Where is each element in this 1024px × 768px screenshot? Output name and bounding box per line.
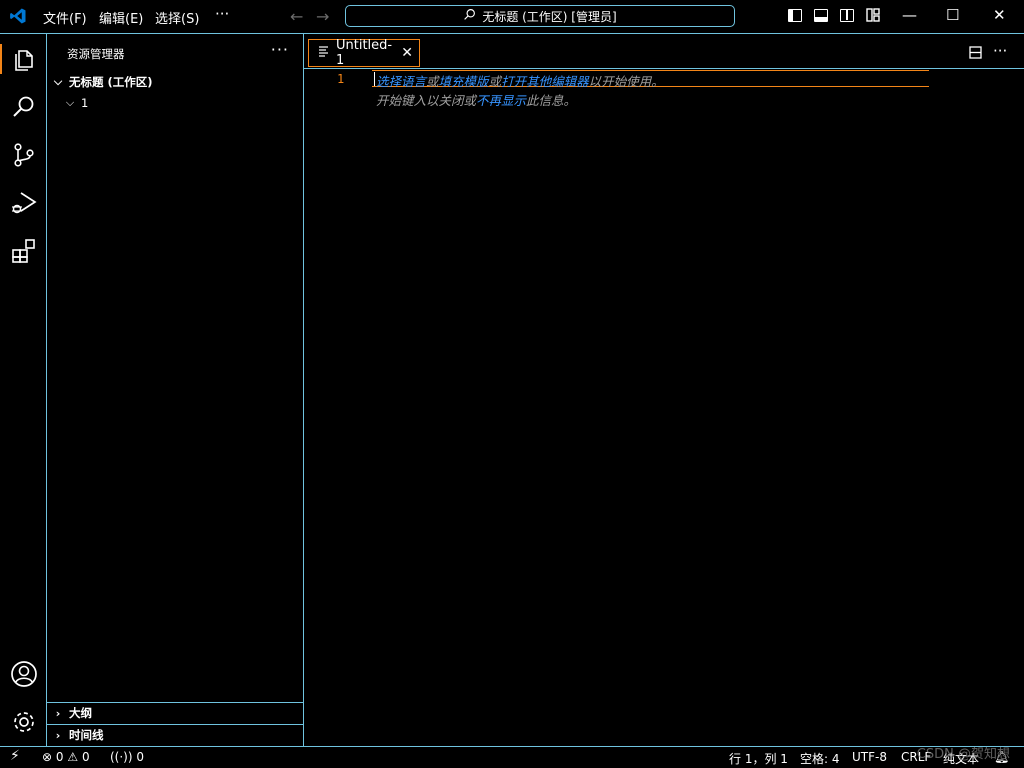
workspace-label: 无标题 (工作区) (69, 75, 153, 89)
folder-item[interactable]: ⌵ 1 (65, 96, 89, 110)
editor-tab-bar: Untitled-1 ✕ ··· (304, 34, 1024, 69)
search-icon[interactable] (10, 93, 38, 121)
fill-template-link[interactable]: 填充模版 (439, 74, 489, 89)
maximize-button[interactable]: ☐ (946, 6, 959, 24)
timeline-section-header[interactable]: › 时间线 (47, 724, 303, 745)
customize-layout-icon[interactable] (866, 8, 880, 26)
tab-label: Untitled-1 (336, 38, 393, 68)
open-other-editor-link[interactable]: 打开其他编辑器 (501, 74, 589, 89)
back-arrow-icon[interactable]: ← (290, 7, 303, 26)
chevron-right-icon: › (55, 728, 61, 742)
status-bar: ⚡︎ ⊗ 0 ⚠ 0 ((·)) 0 行 1，列 1 空格: 4 UTF-8 C… (0, 746, 1024, 768)
select-language-link[interactable]: 选择语言 (376, 74, 426, 89)
cursor-position[interactable]: 行 1，列 1 (729, 750, 788, 767)
problems-indicator[interactable]: ⊗ 0 ⚠ 0 (42, 750, 90, 764)
outline-label: 大纲 (69, 706, 92, 720)
explorer-icon[interactable] (10, 45, 38, 73)
run-debug-icon[interactable] (10, 189, 38, 217)
indentation-setting[interactable]: 空格: 4 (800, 750, 840, 767)
encoding-setting[interactable]: UTF-8 (852, 750, 887, 764)
timeline-label: 时间线 (69, 728, 104, 742)
title-bar: 文件(F) 编辑(E) 选择(S) ··· ← → 无标题 (工作区) [管理员… (0, 0, 1024, 34)
menu-selection[interactable]: 选择(S) (155, 8, 199, 27)
source-control-icon[interactable] (10, 141, 38, 169)
menu-edit[interactable]: 编辑(E) (99, 8, 143, 27)
manage-gear-icon[interactable] (10, 708, 38, 736)
chevron-down-icon: ⌵ (53, 75, 63, 88)
minimize-button[interactable]: — (902, 6, 917, 24)
hint-text: 此信息。 (526, 93, 577, 108)
hint-text: 以开始使用。 (588, 74, 664, 89)
hint-text: 或 (426, 74, 439, 89)
watermark: CSDN @贺知想 (916, 747, 1010, 762)
editor-more-button[interactable]: ··· (993, 42, 1007, 60)
workspace-header[interactable]: ⌵ 无标题 (工作区) (53, 74, 153, 90)
ports-count: 0 (136, 750, 145, 764)
line-number: 1 (337, 72, 345, 86)
ports-indicator[interactable]: ((·)) 0 (110, 750, 144, 764)
text-cursor (374, 72, 375, 86)
broadcast-icon: ((·)) (110, 750, 133, 764)
folder-label: 1 (81, 96, 89, 110)
close-icon[interactable]: ✕ (401, 45, 413, 61)
sidebar-title: 资源管理器 (67, 47, 125, 61)
file-text-icon (319, 45, 329, 61)
extensions-icon[interactable] (10, 237, 38, 265)
editor-area[interactable]: 1 选择语言或填充模版或打开其他编辑器以开始使用。 开始键入以关闭或不再显示此信… (304, 69, 1024, 746)
warning-icon: ⚠ (67, 750, 79, 764)
chevron-right-icon: › (55, 706, 61, 720)
split-editor-icon[interactable] (969, 46, 982, 63)
accounts-icon[interactable] (10, 660, 38, 688)
menu-file[interactable]: 文件(F) (43, 8, 87, 27)
toggle-primary-sidebar-icon[interactable] (788, 9, 802, 22)
explorer-sidebar: 资源管理器 ··· ⌵ 无标题 (工作区) ⌵ 1 › 大纲 › 时间线 (47, 34, 304, 746)
chevron-down-icon: ⌵ (65, 96, 75, 109)
close-window-button[interactable]: ✕ (993, 6, 1006, 24)
menu-more-button[interactable]: ··· (215, 5, 229, 23)
tab-untitled-1[interactable]: Untitled-1 ✕ (308, 38, 420, 68)
forward-arrow-icon[interactable]: → (316, 7, 329, 26)
error-count: 0 (55, 750, 64, 764)
active-indicator (0, 44, 2, 74)
error-icon: ⊗ (42, 750, 53, 764)
search-icon (463, 8, 476, 24)
sidebar-more-button[interactable]: ··· (271, 40, 289, 59)
dont-show-again-link[interactable]: 不再显示 (476, 93, 526, 108)
hint-text: 开始键入以关闭或 (376, 93, 477, 108)
remote-indicator-icon[interactable]: ⚡︎ (10, 748, 20, 764)
outline-section-header[interactable]: › 大纲 (47, 702, 303, 723)
command-center-label: 无标题 (工作区) [管理员] (482, 9, 617, 24)
editor-hint-line-1: 选择语言或填充模版或打开其他编辑器以开始使用。 (376, 71, 664, 90)
vscode-logo-icon (9, 7, 27, 29)
toggle-secondary-sidebar-icon[interactable] (840, 9, 854, 22)
hint-text: 或 (488, 74, 502, 89)
command-center-search[interactable]: 无标题 (工作区) [管理员] (345, 5, 735, 27)
warning-count: 0 (81, 750, 90, 764)
activity-bar (0, 34, 47, 746)
editor-hint-line-2: 开始键入以关闭或不再显示此信息。 (376, 90, 576, 109)
toggle-panel-icon[interactable] (814, 9, 828, 22)
